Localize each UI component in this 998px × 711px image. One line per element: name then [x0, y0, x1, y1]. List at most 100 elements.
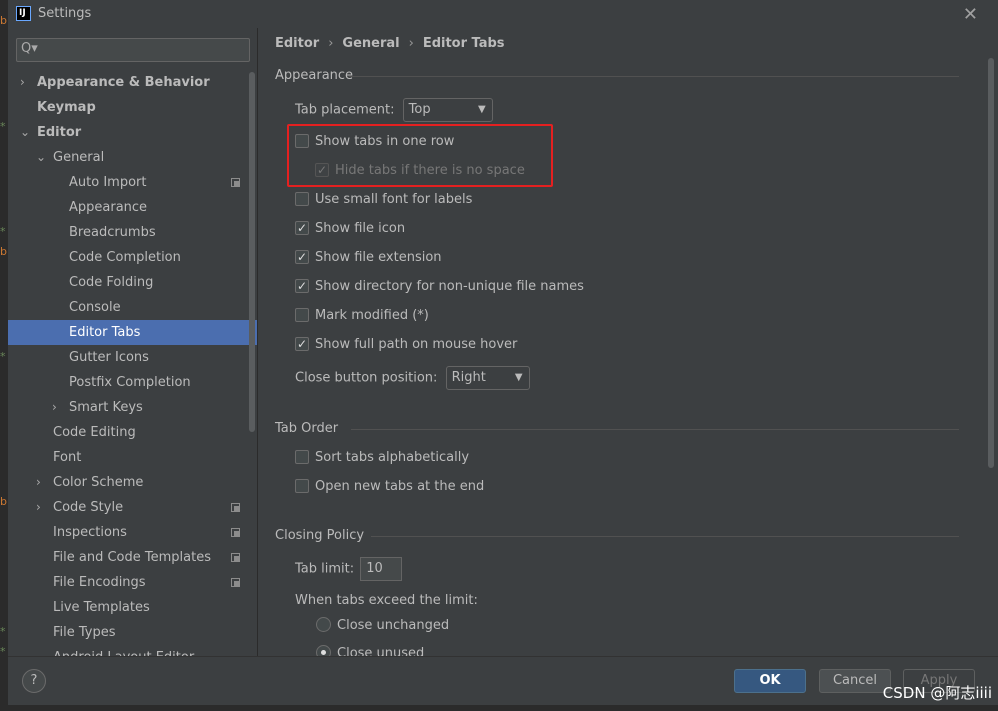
- help-button[interactable]: ?: [22, 669, 46, 693]
- content-scrollbar[interactable]: [988, 58, 994, 468]
- sidebar-item-file-encodings[interactable]: File Encodings: [8, 570, 257, 595]
- small-font-option[interactable]: Use small font for labels: [295, 190, 472, 210]
- close-button-position-dropdown[interactable]: Right ▼: [445, 366, 530, 390]
- sidebar-item-appearance[interactable]: Appearance: [8, 195, 257, 220]
- tab-placement-value: Top: [408, 102, 431, 117]
- sidebar-item-inspections[interactable]: Inspections: [8, 520, 257, 545]
- close-button-position-row: Close button position: Right ▼: [295, 366, 530, 390]
- close-unchanged-option[interactable]: Close unchanged: [316, 616, 449, 636]
- settings-content: Editor › General › Editor Tabs Appearance Ta…: [259, 28, 998, 656]
- dialog-footer: ? OK Cancel Apply: [8, 656, 998, 705]
- chevron-right-icon[interactable]: ›: [36, 470, 48, 495]
- sidebar-item-postfix-completion[interactable]: Postfix Completion: [8, 370, 257, 395]
- show-directory-option[interactable]: Show directory for non-unique file names: [295, 276, 584, 297]
- red-highlight-annotation: [287, 124, 553, 187]
- sidebar-item-label: Live Templates: [53, 600, 150, 615]
- sidebar-item-code-style[interactable]: › Code Style: [8, 495, 257, 520]
- sidebar-item-label: Editor: [37, 125, 82, 140]
- close-unused-option[interactable]: Close unused: [316, 644, 424, 656]
- section-closing-policy-title: Closing Policy: [275, 528, 365, 543]
- sidebar-item-editor-tabs[interactable]: Editor Tabs: [8, 320, 257, 345]
- chevron-right-icon[interactable]: ›: [20, 70, 32, 95]
- sidebar-item-android-layout-editor[interactable]: Android Layout Editor: [8, 645, 257, 656]
- show-file-extension-option[interactable]: Show file extension: [295, 247, 442, 268]
- sidebar-item-label: File and Code Templates: [53, 550, 211, 565]
- editor-glyph: *: [0, 350, 6, 363]
- sidebar-item-label: Breadcrumbs: [69, 225, 156, 240]
- small-font-label: Use small font for labels: [315, 192, 473, 207]
- title-bar: IJ Settings ✕: [8, 0, 998, 28]
- sidebar-item-file-and-code-templates[interactable]: File and Code Templates: [8, 545, 257, 570]
- show-full-path-label: Show full path on mouse hover: [315, 337, 518, 352]
- mark-modified-option[interactable]: Mark modified (*): [295, 306, 429, 326]
- tab-placement-dropdown[interactable]: Top ▼: [402, 98, 493, 122]
- section-divider: [349, 76, 959, 77]
- sidebar-item-keymap[interactable]: Keymap: [8, 95, 257, 120]
- section-tab-order-title: Tab Order: [275, 421, 339, 436]
- sidebar-item-label: Smart Keys: [69, 400, 143, 415]
- sidebar-item-breadcrumbs[interactable]: Breadcrumbs: [8, 220, 257, 245]
- sort-alpha-checkbox[interactable]: [295, 449, 309, 464]
- sidebar-item-editor[interactable]: ⌄ Editor: [8, 120, 257, 145]
- tab-limit-input[interactable]: 10: [360, 557, 403, 581]
- editor-glyph: *: [0, 225, 6, 238]
- editor-glyph: b: [0, 14, 7, 27]
- sidebar-item-smart-keys[interactable]: › Smart Keys: [8, 395, 257, 420]
- close-unchanged-radio[interactable]: [316, 617, 331, 632]
- cancel-button[interactable]: Cancel: [819, 669, 891, 693]
- sidebar-item-auto-import[interactable]: Auto Import: [8, 170, 257, 195]
- chevron-down-icon[interactable]: ⌄: [36, 145, 48, 170]
- settings-tree: › Appearance & Behavior Keymap ⌄ Editor ⌄ Gene…: [8, 70, 257, 656]
- section-divider: [351, 429, 959, 430]
- sidebar-item-font[interactable]: Font: [8, 445, 257, 470]
- sidebar-item-gutter-icons[interactable]: Gutter Icons: [8, 345, 257, 370]
- sort-alpha-option[interactable]: Sort tabs alphabetically: [295, 448, 469, 468]
- open-at-end-checkbox[interactable]: [295, 478, 309, 493]
- section-appearance-title: Appearance: [275, 68, 354, 83]
- close-unchanged-label: Close unchanged: [337, 618, 450, 633]
- sidebar-item-general[interactable]: ⌄ General: [8, 145, 257, 170]
- editor-glyph: b: [0, 495, 7, 508]
- mark-modified-checkbox[interactable]: [295, 307, 309, 322]
- sidebar-item-color-scheme[interactable]: › Color Scheme: [8, 470, 257, 495]
- sidebar-item-live-templates[interactable]: Live Templates: [8, 595, 257, 620]
- breadcrumb-item[interactable]: General: [342, 36, 399, 51]
- editor-glyph: *: [0, 625, 6, 638]
- sidebar-item-label: File Encodings: [53, 575, 146, 590]
- close-icon[interactable]: ✕: [963, 4, 978, 25]
- chevron-down-icon[interactable]: ⌄: [20, 120, 32, 145]
- intellij-logo-icon: IJ: [16, 6, 31, 21]
- sidebar-item-code-folding[interactable]: Code Folding: [8, 270, 257, 295]
- tab-limit-row: Tab limit: 10: [295, 557, 403, 581]
- search-input[interactable]: Q▾: [16, 38, 250, 62]
- show-file-extension-checkbox[interactable]: [295, 247, 309, 267]
- sidebar-item-label: Appearance: [69, 200, 148, 215]
- open-at-end-option[interactable]: Open new tabs at the end: [295, 477, 484, 497]
- sidebar-item-file-types[interactable]: File Types: [8, 620, 257, 645]
- show-file-icon-option[interactable]: Show file icon: [295, 218, 406, 239]
- project-scope-icon: [231, 503, 240, 512]
- sidebar-item-label: Inspections: [53, 525, 127, 540]
- breadcrumb-item[interactable]: Editor: [275, 36, 319, 51]
- sidebar-item-label: Android Layout Editor: [53, 645, 194, 656]
- show-file-icon-label: Show file icon: [315, 221, 406, 236]
- sidebar-item-label: Keymap: [37, 100, 96, 115]
- show-directory-checkbox[interactable]: [295, 276, 309, 296]
- sidebar-item-code-completion[interactable]: Code Completion: [8, 245, 257, 270]
- show-full-path-option[interactable]: Show full path on mouse hover: [295, 334, 518, 355]
- sidebar-scrollbar[interactable]: [249, 72, 255, 432]
- show-file-icon-checkbox[interactable]: [295, 218, 309, 238]
- show-full-path-checkbox[interactable]: [295, 334, 309, 354]
- ok-button[interactable]: OK: [734, 669, 806, 693]
- background-editor-gutter: b * * b * b * *: [0, 0, 8, 711]
- sidebar-item-appearance-behavior[interactable]: › Appearance & Behavior: [8, 70, 257, 95]
- chevron-right-icon[interactable]: ›: [36, 495, 48, 520]
- close-unused-radio[interactable]: [316, 645, 331, 656]
- sidebar-item-code-editing[interactable]: Code Editing: [8, 420, 257, 445]
- open-at-end-label: Open new tabs at the end: [315, 479, 485, 494]
- search-icon: Q▾: [21, 41, 38, 56]
- chevron-right-icon[interactable]: ›: [52, 395, 64, 420]
- small-font-checkbox[interactable]: [295, 191, 309, 206]
- sidebar-item-label: Console: [69, 300, 121, 315]
- sidebar-item-console[interactable]: Console: [8, 295, 257, 320]
